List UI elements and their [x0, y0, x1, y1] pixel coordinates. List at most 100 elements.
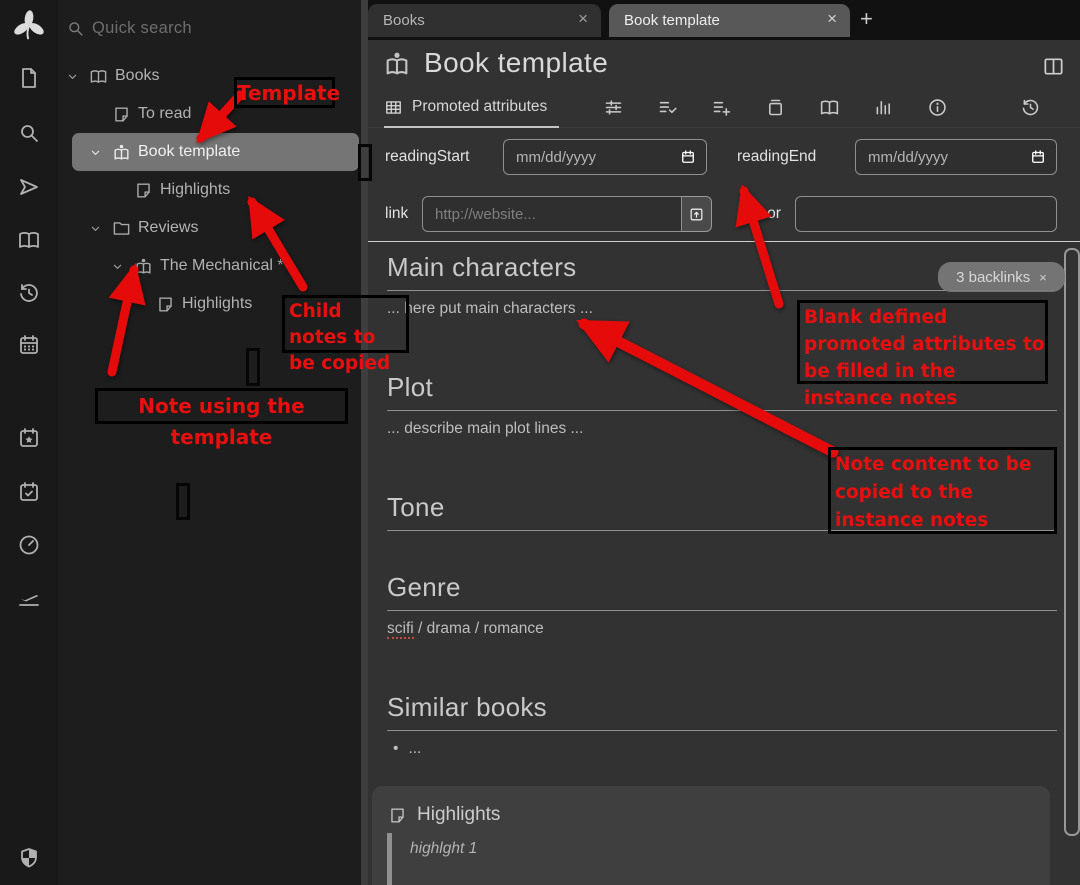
- info-icon[interactable]: [927, 97, 948, 118]
- tree-item-label: Book template: [138, 143, 240, 161]
- send-icon[interactable]: [17, 175, 41, 199]
- tree-item-label: Highlights: [160, 181, 230, 199]
- tab-label: Book template: [609, 12, 720, 29]
- chevron-down-icon[interactable]: [110, 258, 134, 274]
- new-note-icon[interactable]: [17, 66, 41, 90]
- tree-item-highlights[interactable]: Highlights: [58, 171, 361, 209]
- recent-changes-icon[interactable]: [17, 281, 41, 305]
- trilium-logo-icon[interactable]: [10, 8, 48, 44]
- included-note-title: Highlights: [417, 804, 500, 826]
- date-placeholder: mm/dd/yyyy: [868, 149, 948, 166]
- section-body: scifi / drama / romance: [387, 620, 1057, 638]
- chevron-down-icon[interactable]: [88, 144, 112, 160]
- tab-label: Books: [368, 12, 425, 29]
- chevron-down-icon[interactable]: [88, 220, 112, 236]
- history-icon[interactable]: [1020, 97, 1041, 118]
- cursor-artifact: [176, 483, 190, 520]
- books-icon[interactable]: [17, 228, 41, 252]
- tree-item-reviews[interactable]: Reviews: [58, 209, 361, 247]
- included-note-header[interactable]: Highlights: [388, 804, 500, 826]
- panel-divider[interactable]: [361, 0, 368, 885]
- new-tab-button[interactable]: +: [860, 6, 873, 32]
- list-plus-icon[interactable]: [711, 97, 732, 118]
- launcher-bar: [0, 0, 58, 885]
- dashboard-icon[interactable]: [17, 533, 41, 557]
- tab-promoted-attributes[interactable]: Promoted attributes: [384, 88, 559, 128]
- search-icon[interactable]: [17, 121, 41, 145]
- ribbon-icons: [603, 88, 1080, 126]
- template-book-icon: [112, 143, 138, 162]
- tree-item-book-template[interactable]: Book template: [72, 133, 359, 171]
- quick-search-placeholder: Quick search: [92, 19, 192, 38]
- note-icon: [156, 295, 182, 314]
- search-icon: [66, 19, 85, 38]
- misspelled-word: scifi: [387, 620, 414, 639]
- link-input-group: http://website...: [422, 196, 712, 232]
- template-book-icon: [134, 257, 160, 276]
- blockquote-bar: [387, 833, 392, 885]
- open-link-button[interactable]: [682, 196, 712, 232]
- page-title: Book template: [424, 47, 608, 79]
- reading-end-label: readingEnd: [737, 148, 816, 166]
- scrollbar-thumb[interactable]: [1064, 248, 1080, 836]
- bar-chart-icon[interactable]: [873, 97, 894, 118]
- task-calendar-icon[interactable]: [17, 480, 41, 504]
- link-label: link: [385, 205, 408, 223]
- ribbon-tab-label: Promoted attributes: [412, 98, 547, 116]
- list-check-icon[interactable]: [657, 97, 678, 118]
- tab-books[interactable]: Books ×: [368, 4, 601, 37]
- bullet-text: ...: [408, 740, 421, 758]
- calendar-icon[interactable]: [17, 333, 41, 357]
- annotation-blank-promoted: Blank defined promoted attributes to be …: [797, 300, 1048, 384]
- section-heading: Genre: [387, 572, 1057, 611]
- backlinks-count: 3 backlinks: [956, 269, 1030, 286]
- author-input[interactable]: [795, 196, 1057, 232]
- tree-item-label: Books: [115, 67, 159, 85]
- close-icon[interactable]: ×: [827, 9, 837, 29]
- backlinks-badge[interactable]: 3 backlinks ×: [938, 262, 1065, 292]
- tree-item-label: Reviews: [138, 219, 198, 237]
- close-icon[interactable]: ×: [1039, 270, 1047, 285]
- kebab-menu-icon[interactable]: [1074, 97, 1080, 118]
- quick-search[interactable]: Quick search: [58, 0, 361, 52]
- tree-item-label: To read: [138, 105, 191, 123]
- archive-icon[interactable]: [765, 97, 786, 118]
- section-heading: Similar books: [387, 692, 1057, 731]
- reading-end-input[interactable]: mm/dd/yyyy: [855, 139, 1057, 175]
- genre-rest: / drama / romance: [414, 620, 544, 637]
- bullet-item: • ...: [393, 740, 1057, 758]
- chevron-down-icon[interactable]: [65, 68, 89, 84]
- book-icon[interactable]: [819, 97, 840, 118]
- external-link-icon: [688, 206, 705, 223]
- template-book-icon: [383, 50, 411, 78]
- tab-bar: Books × Book template × +: [368, 0, 1080, 40]
- author-label: author: [737, 205, 781, 223]
- bookmarked-day-icon[interactable]: [17, 426, 41, 450]
- link-placeholder: http://website...: [435, 206, 536, 223]
- split-view-icon[interactable]: [1042, 55, 1065, 78]
- link-input[interactable]: http://website...: [422, 196, 682, 232]
- calendar-icon[interactable]: [679, 148, 697, 166]
- tab-book-template[interactable]: Book template ×: [609, 4, 850, 37]
- annotation-template: Template: [234, 77, 335, 108]
- tree-item-the-mechanical[interactable]: The Mechanical *: [58, 247, 361, 285]
- content-separator: [368, 241, 1080, 242]
- section-similar-books[interactable]: Similar books • ...: [387, 692, 1057, 758]
- grid-icon: [384, 98, 403, 117]
- folder-icon: [112, 219, 138, 238]
- annotation-note-content: Note content to be copied to the instanc…: [828, 447, 1057, 534]
- tree-item-label: Highlights: [182, 295, 252, 313]
- protected-session-icon[interactable]: [17, 846, 41, 870]
- reading-start-label: readingStart: [385, 148, 469, 166]
- close-icon[interactable]: ×: [578, 9, 588, 29]
- sliders-icon[interactable]: [603, 97, 624, 118]
- note-icon: [388, 806, 407, 825]
- included-note-card[interactable]: Highlights highlght 1: [372, 786, 1050, 885]
- bullet-glyph: •: [393, 740, 398, 758]
- calendar-icon[interactable]: [1029, 148, 1047, 166]
- reading-start-input[interactable]: mm/dd/yyyy: [503, 139, 707, 175]
- date-placeholder: mm/dd/yyyy: [516, 149, 596, 166]
- section-genre[interactable]: Genre scifi / drama / romance: [387, 572, 1057, 638]
- annotation-child-notes: Child notes to be copied: [282, 295, 409, 353]
- travel-icon[interactable]: [17, 586, 41, 610]
